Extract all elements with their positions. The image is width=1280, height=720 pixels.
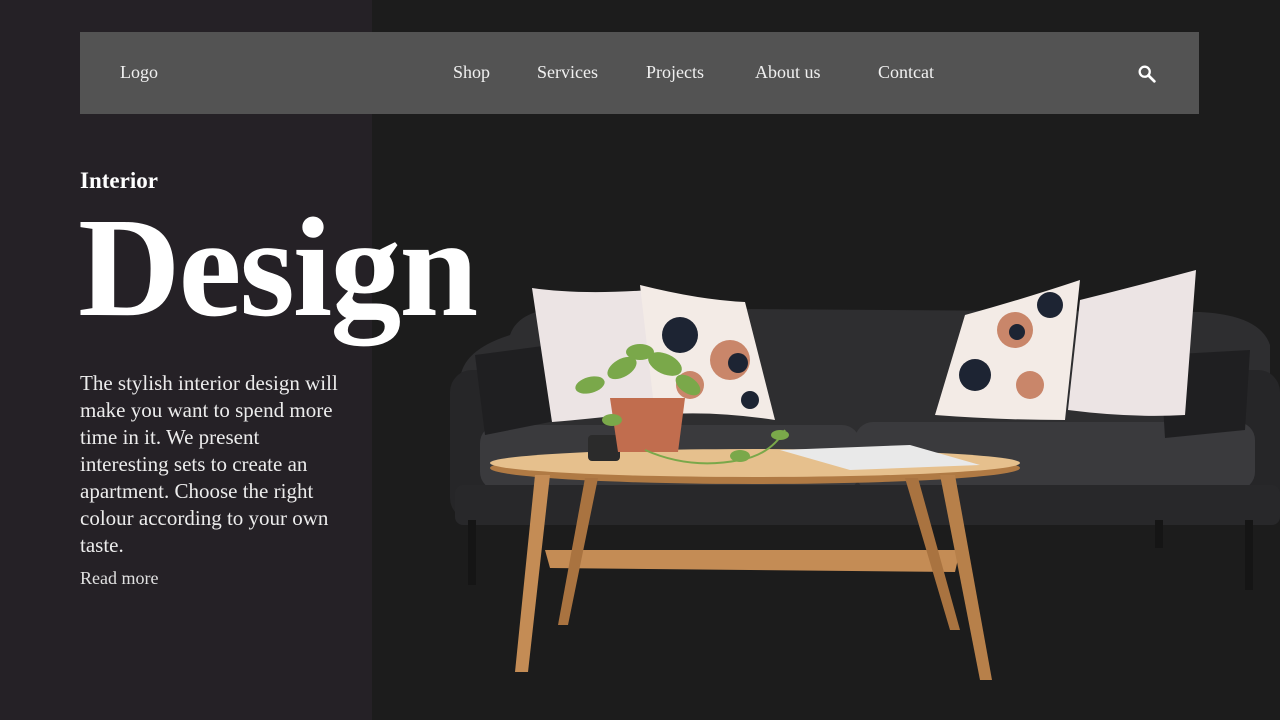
nav-contact[interactable]: Contcat (878, 62, 934, 83)
logo[interactable]: Logo (120, 62, 158, 83)
navbar: Logo Shop Services Projects About us Con… (80, 32, 1199, 114)
search-icon[interactable] (1136, 63, 1158, 85)
nav-services[interactable]: Services (537, 62, 598, 83)
nav-projects[interactable]: Projects (646, 62, 704, 83)
hero-description: The stylish interior design will make yo… (80, 371, 338, 557)
nav-shop[interactable]: Shop (453, 62, 490, 83)
sofa-table-image (450, 270, 1280, 680)
nav-about-us[interactable]: About us (755, 62, 821, 83)
hero-title: Design (78, 188, 478, 346)
read-more-link[interactable]: Read more (80, 568, 158, 589)
